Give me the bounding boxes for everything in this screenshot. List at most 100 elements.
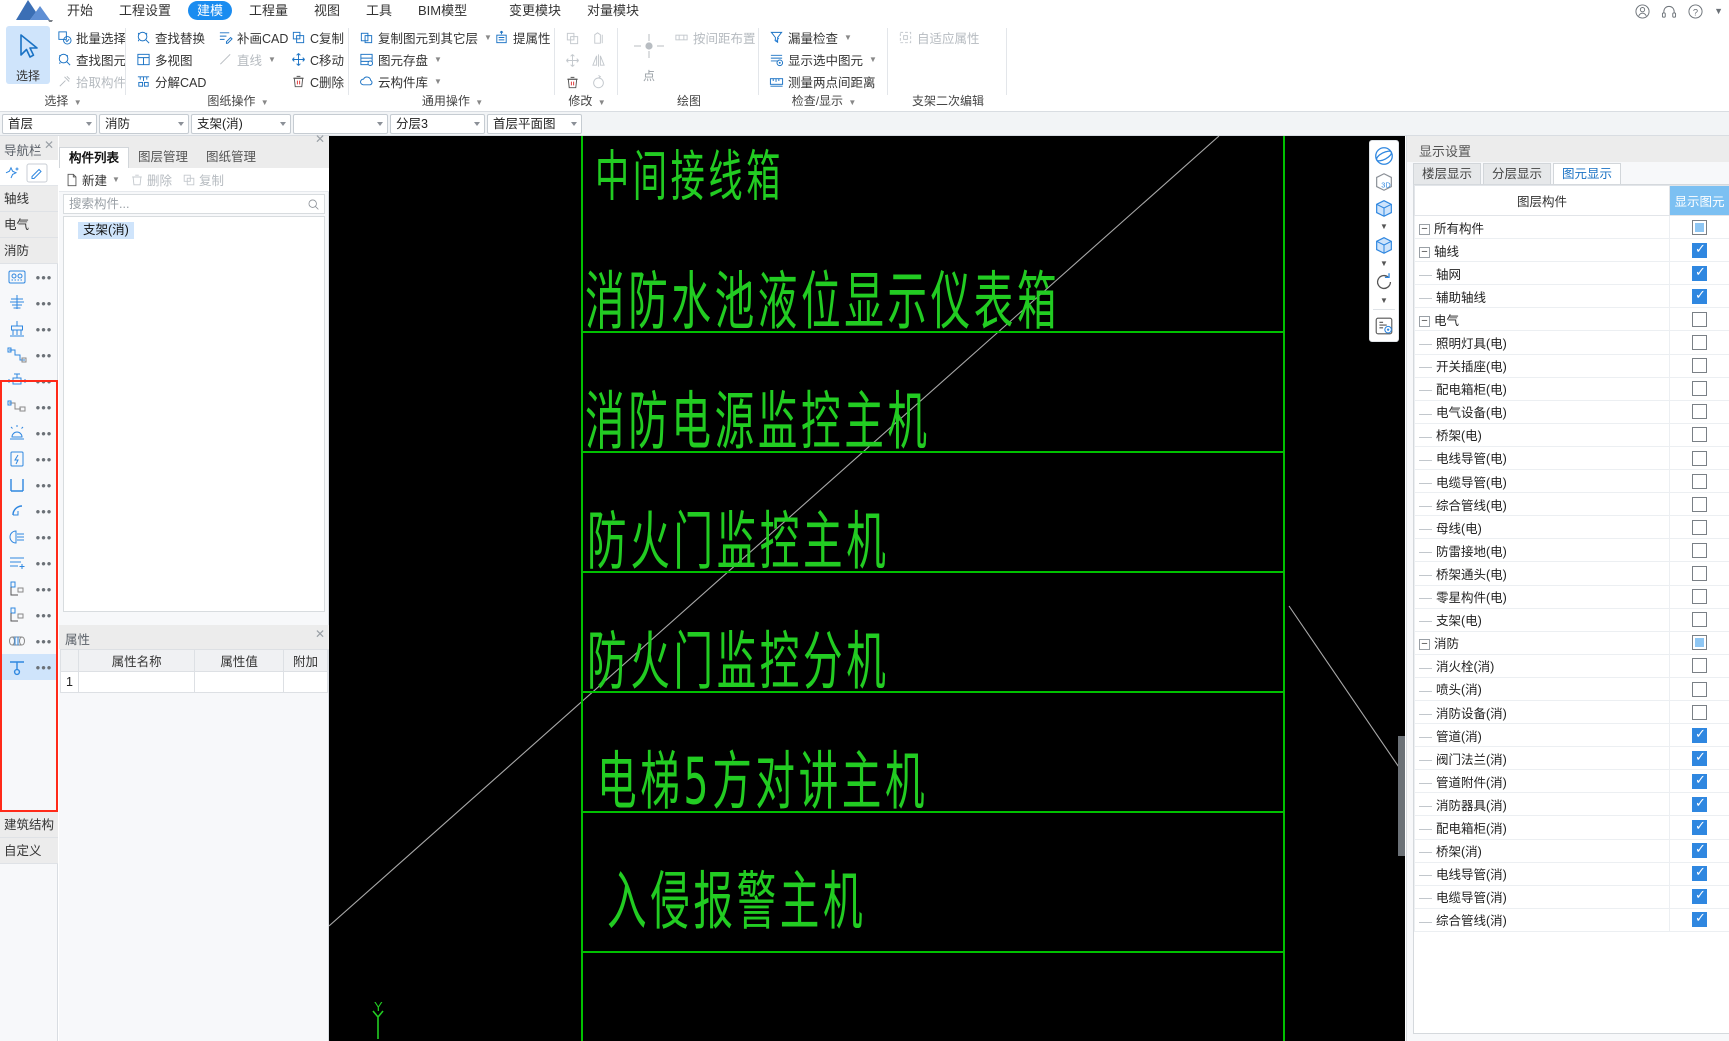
c-delete-button[interactable]: C删除 xyxy=(290,71,344,92)
table-row[interactable]: 电缆导管(电) xyxy=(1414,469,1729,494)
mirror-button[interactable] xyxy=(590,50,606,71)
display-checkbox-cell[interactable] xyxy=(1669,630,1729,655)
nav-item-more-button[interactable]: ••• xyxy=(34,634,54,649)
tree-node-7[interactable]: 配电箱柜(电) xyxy=(1414,376,1670,401)
nav-item-support-bracket[interactable]: ••• xyxy=(0,654,58,680)
tree-node-13[interactable]: 母线(电) xyxy=(1414,515,1670,540)
display-checkbox-cell[interactable] xyxy=(1669,561,1729,586)
point-tool-button[interactable]: 点 xyxy=(627,26,671,84)
checkbox[interactable] xyxy=(1692,519,1707,535)
table-row[interactable]: − 所有构件 xyxy=(1414,214,1729,240)
nav-item-fire-hydrant[interactable]: ••• xyxy=(0,290,58,316)
table-row[interactable]: 辅助轴线 xyxy=(1414,284,1729,309)
selector-combo-3[interactable] xyxy=(293,114,388,134)
nav-category-2[interactable]: 消防 xyxy=(0,238,58,264)
table-row[interactable]: 综合管线(电) xyxy=(1414,492,1729,517)
select-tool-button[interactable]: 选择 xyxy=(6,26,50,84)
nav-item-sleeve[interactable]: ••• xyxy=(0,628,58,654)
canvas-scrollbar[interactable] xyxy=(1398,736,1405,856)
tree-node-29[interactable]: 电缆导管(消) xyxy=(1414,884,1670,909)
checkbox[interactable] xyxy=(1692,358,1707,374)
box-view-icon[interactable] xyxy=(1371,196,1397,220)
rotate-view-icon[interactable] xyxy=(1371,270,1397,294)
display-checkbox-cell[interactable] xyxy=(1669,838,1729,863)
save-element-button[interactable]: 图元存盘 ▼ xyxy=(358,49,442,70)
checkbox[interactable] xyxy=(1692,612,1707,628)
tree-node-26[interactable]: 配电箱柜(消) xyxy=(1414,815,1670,840)
search-icon[interactable] xyxy=(307,198,320,211)
nav-item-more-button[interactable]: ••• xyxy=(34,322,54,337)
c-move-button[interactable]: C移动 xyxy=(290,49,344,70)
checkbox[interactable] xyxy=(1692,864,1707,882)
display-checkbox-cell[interactable] xyxy=(1669,284,1729,309)
ribbon-tab-7[interactable]: 变更模块 xyxy=(500,1,570,20)
table-row[interactable]: 消火栓(消) xyxy=(1414,653,1729,678)
tree-node-19[interactable]: 消火栓(消) xyxy=(1414,653,1670,678)
display-checkbox-cell[interactable] xyxy=(1669,307,1729,332)
checkbox[interactable] xyxy=(1692,818,1707,836)
display-settings-table-wrapper[interactable]: 图层构件显示图元 −所有构件−轴线轴网辅助轴线−电气照明灯具(电)开关插座(电)… xyxy=(1413,184,1729,1034)
expander-icon[interactable]: − xyxy=(1419,223,1430,235)
tree-node-18[interactable]: − 消防 xyxy=(1414,630,1670,655)
table-row[interactable]: − 轴线 xyxy=(1414,238,1729,263)
tree-node-4[interactable]: − 电气 xyxy=(1414,307,1670,332)
table-row[interactable]: 防雷接地(电) xyxy=(1414,538,1729,563)
checkbox[interactable] xyxy=(1692,749,1707,766)
component-tab-0[interactable]: 构件列表 xyxy=(59,147,130,168)
nav-item-cable-tray[interactable]: ••• xyxy=(0,472,58,498)
tree-node-14[interactable]: 防雷接地(电) xyxy=(1414,538,1670,563)
table-row[interactable]: 配电箱柜(电) xyxy=(1414,376,1729,401)
nav-item-more-button[interactable]: ••• xyxy=(34,530,54,545)
extract-property-button[interactable]: 提属性 xyxy=(493,27,551,48)
adaptive-property-button[interactable]: 自适应属性 xyxy=(897,27,980,48)
checkbox[interactable] xyxy=(1692,681,1707,697)
chevron-down-icon[interactable]: ▼ xyxy=(434,77,442,86)
display-tab-2[interactable]: 图元显示 xyxy=(1553,163,1622,184)
headset-icon[interactable] xyxy=(1661,4,1677,19)
table-row[interactable]: 开关插座(电) xyxy=(1414,353,1729,378)
table-row[interactable]: − 消防 xyxy=(1414,630,1729,655)
checkbox[interactable] xyxy=(1692,887,1707,905)
ribbon-tab-2[interactable]: 建模 xyxy=(188,1,233,20)
checkbox[interactable] xyxy=(1692,726,1707,743)
nav-category-1[interactable]: 电气 xyxy=(0,212,58,238)
find-element-button[interactable]: 查找图元 xyxy=(56,49,126,70)
tree-node-30[interactable]: 综合管线(消) xyxy=(1414,907,1670,932)
nav-item-pipe-fitting[interactable]: ••• xyxy=(0,394,58,420)
user-icon[interactable] xyxy=(1635,3,1650,19)
display-checkbox-cell[interactable] xyxy=(1669,607,1729,632)
tree-node-21[interactable]: 消防设备(消) xyxy=(1414,699,1670,725)
tree-node-17[interactable]: 支架(电) xyxy=(1414,607,1670,632)
checkbox[interactable] xyxy=(1692,264,1707,281)
nav-item-more-button[interactable]: ••• xyxy=(34,608,54,623)
table-row[interactable]: 消防器具(消) xyxy=(1414,792,1729,817)
tree-node-0[interactable]: − 所有构件 xyxy=(1414,214,1670,240)
table-row[interactable]: 管道(消) xyxy=(1414,723,1729,748)
tree-node-23[interactable]: 阀门法兰(消) xyxy=(1414,746,1670,771)
explode-cad-button[interactable]: 分解CAD xyxy=(135,71,206,92)
ribbon-tab-0[interactable]: 开始 xyxy=(58,1,102,20)
list-item[interactable]: 支架(消) xyxy=(78,222,134,239)
nav-item-more-button[interactable]: ••• xyxy=(34,296,54,311)
tree-node-11[interactable]: 电缆导管(电) xyxy=(1414,469,1670,494)
c-copy-button[interactable]: C复制 xyxy=(290,27,344,48)
checkbox[interactable] xyxy=(1692,910,1707,928)
tree-node-12[interactable]: 综合管线(电) xyxy=(1414,492,1670,517)
cloud-library-button[interactable]: 云构件库 ▼ xyxy=(358,71,442,92)
nav-bottom-category-1[interactable]: 自定义 xyxy=(0,838,58,864)
nav-item-pipe-run[interactable]: ••• xyxy=(0,342,58,368)
checkbox[interactable] xyxy=(1692,496,1707,512)
nav-item-more-button[interactable]: ••• xyxy=(34,478,54,493)
checkbox[interactable] xyxy=(1692,241,1707,258)
ribbon-tab-3[interactable]: 工程量 xyxy=(240,1,297,20)
chevron-down-icon[interactable]: ▼ xyxy=(268,55,276,64)
checkbox[interactable] xyxy=(1692,772,1707,789)
display-checkbox-cell[interactable] xyxy=(1669,538,1729,563)
pick-component-button[interactable]: 拾取构件 xyxy=(56,71,126,92)
nav-item-distribution-box[interactable]: ••• xyxy=(0,446,58,472)
selector-combo-5[interactable]: 首层平面图 xyxy=(487,114,582,134)
nav-item-more-button[interactable]: ••• xyxy=(34,504,54,519)
tree-node-28[interactable]: 电线导管(消) xyxy=(1414,861,1670,886)
chevron-down-icon[interactable] xyxy=(377,122,383,126)
display-checkbox-cell[interactable] xyxy=(1669,653,1729,678)
